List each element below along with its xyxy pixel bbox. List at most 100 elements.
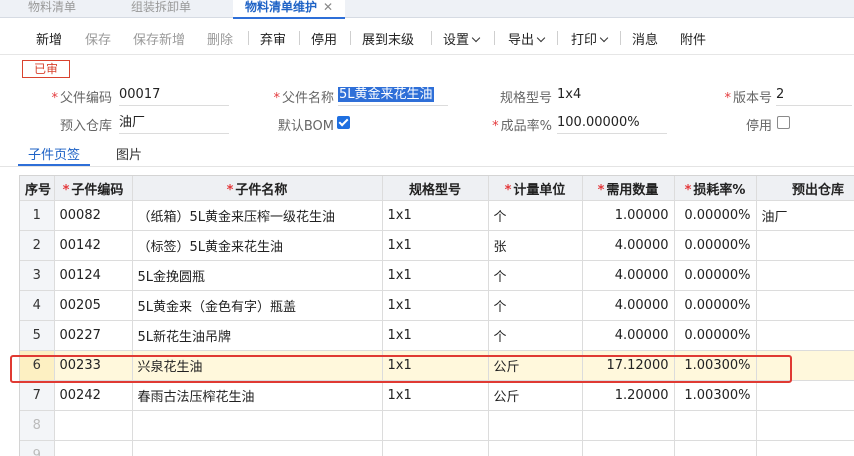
cell-loss[interactable]: 0.00000% — [674, 321, 756, 351]
cell-wh[interactable] — [756, 351, 854, 381]
col-header-unit[interactable]: *计量单位 — [488, 176, 582, 201]
cell-name[interactable]: 5L新花生油吊牌 — [132, 321, 382, 351]
cell-code[interactable]: 00242 — [54, 381, 132, 411]
cell-name[interactable]: 5L黄金来（金色有字）瓶盖 — [132, 291, 382, 321]
cell-unit[interactable]: 个 — [488, 291, 582, 321]
cell-qty[interactable]: 1.20000 — [582, 381, 674, 411]
disable-checkbox[interactable] — [777, 116, 790, 129]
attachment-button[interactable]: 附件 — [680, 29, 706, 48]
cell-loss[interactable]: 1.00300% — [674, 381, 756, 411]
new-button[interactable]: 新增 — [36, 29, 62, 48]
cell-wh[interactable] — [756, 291, 854, 321]
cell-qty[interactable]: 17.12000 — [582, 351, 674, 381]
cell-code[interactable] — [54, 411, 132, 441]
cell-name[interactable]: 春雨古法压榨花生油 — [132, 381, 382, 411]
cell-wh[interactable] — [756, 321, 854, 351]
cell-spec[interactable]: 1x1 — [382, 201, 488, 231]
cell-code[interactable]: 00233 — [54, 351, 132, 381]
disable-button[interactable]: 停用 — [311, 29, 337, 48]
cell-no[interactable]: 3 — [20, 261, 54, 291]
cell-unit[interactable] — [488, 411, 582, 441]
table-row[interactable]: 8 — [20, 411, 854, 441]
col-header-spec[interactable]: 规格型号 — [382, 176, 488, 201]
cell-wh[interactable] — [756, 261, 854, 291]
cell-no[interactable]: 8 — [20, 411, 54, 441]
cell-no[interactable]: 1 — [20, 201, 54, 231]
cell-unit[interactable] — [488, 441, 582, 456]
cell-code[interactable]: 00124 — [54, 261, 132, 291]
cell-loss[interactable]: 0.00000% — [674, 201, 756, 231]
cell-unit[interactable]: 个 — [488, 261, 582, 291]
cell-loss[interactable] — [674, 441, 756, 456]
default-bom-checkbox[interactable] — [337, 116, 350, 129]
cell-no[interactable]: 6 — [20, 351, 54, 381]
table-row[interactable]: 100082（纸箱）5L黄金来压榨一级花生油1x1个1.000000.00000… — [20, 201, 854, 231]
cell-name[interactable] — [132, 411, 382, 441]
cell-wh[interactable] — [756, 441, 854, 456]
cell-spec[interactable]: 1x1 — [382, 381, 488, 411]
warehouse-field[interactable]: 油厂 — [119, 114, 229, 134]
cell-no[interactable]: 5 — [20, 321, 54, 351]
cell-qty[interactable]: 4.00000 — [582, 321, 674, 351]
yield-field[interactable]: 100.00000% — [557, 114, 667, 134]
cell-qty[interactable]: 1.00000 — [582, 201, 674, 231]
col-header-name[interactable]: *子件名称 — [132, 176, 382, 201]
cell-name[interactable]: （标签）5L黄金来花生油 — [132, 231, 382, 261]
parent-name-field[interactable]: 5L黄金来花生油 — [338, 86, 448, 106]
cell-wh[interactable] — [756, 231, 854, 261]
cell-loss[interactable]: 0.00000% — [674, 291, 756, 321]
cell-name[interactable]: 5L金挽圆瓶 — [132, 261, 382, 291]
table-row[interactable]: 5002275L新花生油吊牌1x1个4.000000.00000% — [20, 321, 854, 351]
cell-spec[interactable] — [382, 411, 488, 441]
delete-button[interactable]: 删除 — [207, 29, 233, 48]
print-dropdown[interactable]: 打印 — [571, 29, 607, 48]
cell-loss[interactable]: 1.00300% — [674, 351, 756, 381]
tab-bom-maintenance[interactable]: 物料清单维护✕ — [233, 0, 345, 19]
tab-assembly-disassembly[interactable]: 组装拆卸单 — [131, 0, 191, 17]
cell-loss[interactable] — [674, 411, 756, 441]
cell-loss[interactable]: 0.00000% — [674, 231, 756, 261]
subtab-components[interactable]: 子件页签 — [28, 144, 80, 163]
cell-qty[interactable] — [582, 411, 674, 441]
expand-to-last-button[interactable]: 展到末级 — [362, 29, 414, 48]
cell-code[interactable]: 00227 — [54, 321, 132, 351]
subtab-images[interactable]: 图片 — [116, 144, 142, 163]
col-header-qty[interactable]: *需用数量 — [582, 176, 674, 201]
cell-no[interactable]: 4 — [20, 291, 54, 321]
parent-code-field[interactable]: 00017 — [119, 86, 229, 106]
cell-code[interactable]: 00142 — [54, 231, 132, 261]
cell-name[interactable] — [132, 441, 382, 456]
cell-code[interactable]: 00082 — [54, 201, 132, 231]
cell-unit[interactable]: 张 — [488, 231, 582, 261]
tab-bom-list[interactable]: 物料清单 — [28, 0, 76, 17]
cell-code[interactable]: 00205 — [54, 291, 132, 321]
table-row[interactable]: 600233兴泉花生油1x1公斤17.120001.00300% — [20, 351, 854, 381]
table-row[interactable]: 9 — [20, 441, 854, 456]
col-header-warehouse[interactable]: 预出仓库 — [756, 176, 854, 201]
cell-spec[interactable] — [382, 441, 488, 456]
table-row[interactable]: 200142（标签）5L黄金来花生油1x1张4.000000.00000% — [20, 231, 854, 261]
cell-unit[interactable]: 个 — [488, 201, 582, 231]
cell-no[interactable]: 9 — [20, 441, 54, 456]
col-header-loss[interactable]: *损耗率% — [674, 176, 756, 201]
table-row[interactable]: 3001245L金挽圆瓶1x1个4.000000.00000% — [20, 261, 854, 291]
cell-wh[interactable] — [756, 411, 854, 441]
version-field[interactable]: 2 — [776, 86, 852, 106]
cell-spec[interactable]: 1x1 — [382, 321, 488, 351]
cell-spec[interactable]: 1x1 — [382, 261, 488, 291]
cell-no[interactable]: 7 — [20, 381, 54, 411]
cell-no[interactable]: 2 — [20, 231, 54, 261]
settings-dropdown[interactable]: 设置 — [443, 29, 479, 48]
cell-unit[interactable]: 公斤 — [488, 381, 582, 411]
table-row[interactable]: 700242春雨古法压榨花生油1x1公斤1.200001.00300% — [20, 381, 854, 411]
cell-qty[interactable]: 4.00000 — [582, 261, 674, 291]
cell-unit[interactable]: 个 — [488, 321, 582, 351]
cell-spec[interactable]: 1x1 — [382, 351, 488, 381]
col-header-code[interactable]: *子件编码 — [54, 176, 132, 201]
export-dropdown[interactable]: 导出 — [508, 29, 544, 48]
abandon-audit-button[interactable]: 弃审 — [260, 29, 286, 48]
cell-code[interactable] — [54, 441, 132, 456]
col-header-no[interactable]: 序号 — [20, 176, 54, 201]
close-icon[interactable]: ✕ — [323, 0, 333, 14]
cell-name[interactable]: 兴泉花生油 — [132, 351, 382, 381]
